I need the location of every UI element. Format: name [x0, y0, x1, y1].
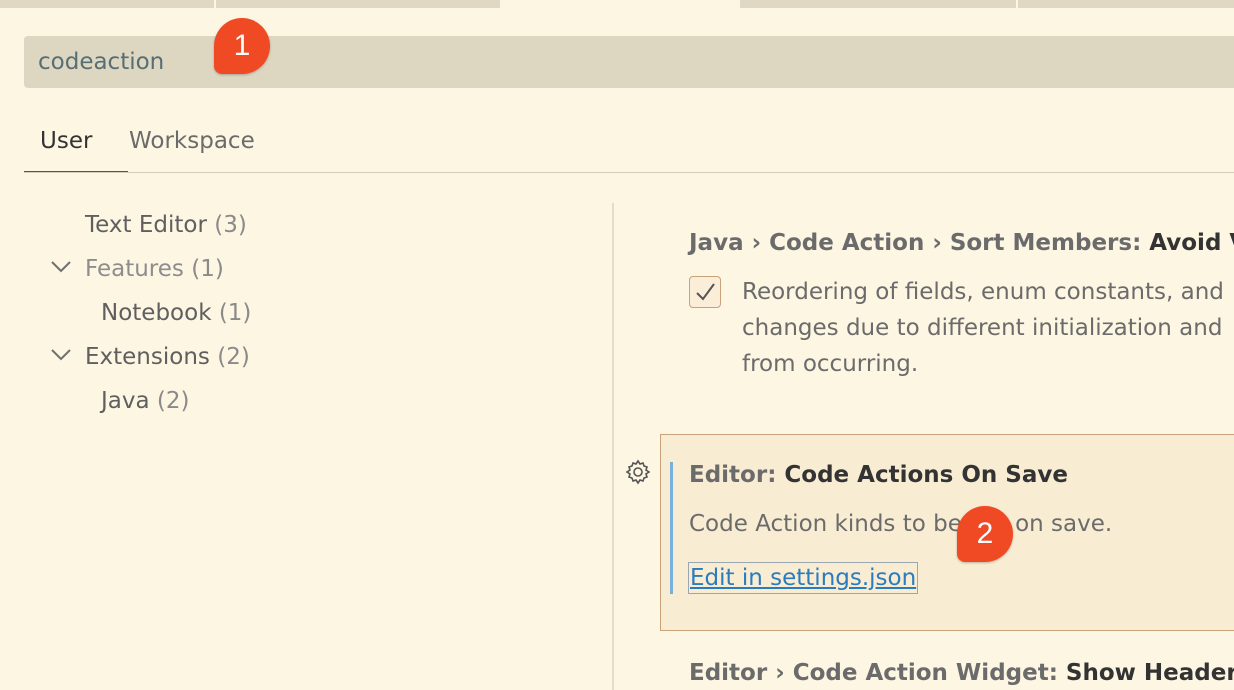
toc-label: Features — [85, 256, 184, 282]
setting-description-line: changes due to different initialization … — [742, 315, 1223, 341]
settings-search-box[interactable] — [24, 36, 1234, 88]
editor-tab[interactable] — [1018, 0, 1234, 8]
annotation-marker-1: 1 — [214, 18, 270, 74]
settings-scope-tabs: User Workspace — [24, 115, 1234, 173]
toc-item-notebook[interactable]: Notebook (1) — [101, 291, 251, 331]
toc-label: Notebook — [101, 300, 212, 326]
toc-label: Java — [101, 388, 150, 414]
setting-name: Avoid V — [1149, 230, 1234, 256]
chevron-down-icon[interactable] — [50, 346, 72, 367]
toc-count: (1) — [191, 256, 224, 282]
editor-tab[interactable] — [216, 0, 500, 8]
toc-item-java[interactable]: Java (2) — [101, 379, 190, 419]
toc-count: (2) — [217, 344, 250, 370]
check-icon — [696, 283, 715, 301]
setting-title-show-headers: Editor › Code Action Widget: Show Header… — [689, 660, 1234, 686]
gear-icon[interactable] — [624, 458, 652, 486]
toc-item-extensions[interactable]: Extensions (2) — [85, 335, 250, 375]
setting-description-line: Reordering of fields, enum constants, an… — [742, 279, 1224, 305]
setting-title-sort-members: Java › Code Action › Sort Members: Avoid… — [689, 230, 1234, 256]
editor-tab[interactable] — [0, 0, 214, 8]
toc-count: (3) — [214, 212, 247, 238]
setting-category: Editor: — [689, 462, 785, 488]
toc-item-features[interactable]: Features (1) — [85, 247, 224, 287]
tab-user[interactable]: User — [24, 115, 128, 173]
settings-search-input[interactable] — [38, 36, 1138, 88]
setting-category: Java › Code Action › Sort Members: — [689, 230, 1150, 256]
edit-in-settings-json-link[interactable]: Edit in settings.json — [688, 562, 919, 594]
setting-category: Editor › Code Action Widget: — [689, 660, 1066, 686]
annotation-marker-2: 2 — [957, 506, 1013, 562]
tabs-divider — [24, 172, 1234, 173]
chevron-down-icon[interactable] — [50, 258, 72, 279]
toc-count: (1) — [218, 300, 252, 326]
focus-indicator — [670, 462, 673, 594]
setting-name: Code Actions On Save — [784, 462, 1068, 488]
setting-checkbox[interactable] — [689, 276, 721, 308]
toc-label: Text Editor — [85, 212, 207, 238]
toc-count: (2) — [156, 388, 190, 414]
setting-description-line: from occurring. — [742, 351, 919, 377]
setting-description: Code Action kinds to be run on save. — [689, 511, 1113, 537]
editor-tab[interactable] — [740, 0, 1016, 8]
tab-workspace[interactable]: Workspace — [129, 115, 255, 173]
toc-item-text-editor[interactable]: Text Editor (3) — [85, 203, 247, 243]
toc-label: Extensions — [85, 344, 210, 370]
setting-title-code-actions-on-save: Editor: Code Actions On Save — [689, 462, 1068, 488]
setting-name: Show Headers — [1065, 660, 1234, 686]
editor-tab-strip — [0, 0, 1234, 8]
toc-divider — [612, 203, 614, 690]
